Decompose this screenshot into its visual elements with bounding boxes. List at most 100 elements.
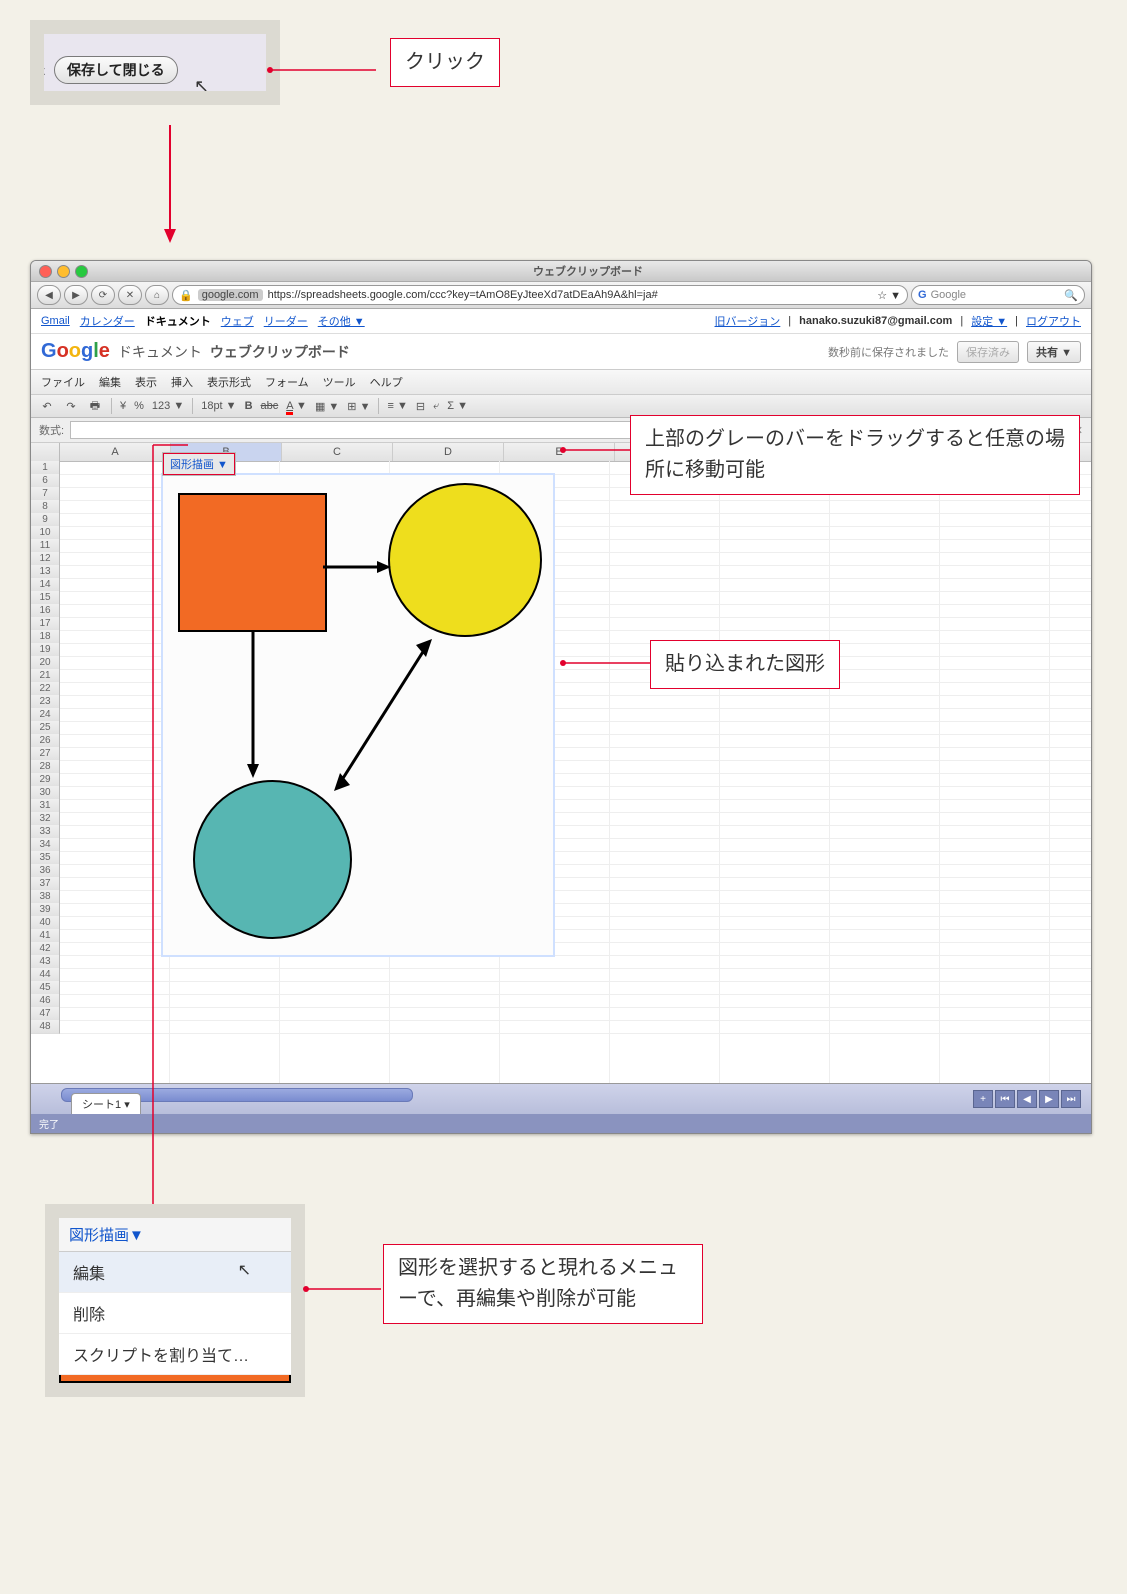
- stop-button[interactable]: ✕: [118, 285, 142, 305]
- menu-help[interactable]: ヘルプ: [370, 374, 403, 390]
- row-header[interactable]: 21: [31, 669, 60, 683]
- save-close-button[interactable]: 保存して閉じる: [54, 56, 178, 84]
- gbar-calendar[interactable]: カレンダー: [80, 313, 135, 329]
- row-header[interactable]: 23: [31, 695, 60, 709]
- col-C[interactable]: C: [282, 443, 393, 461]
- menu-file[interactable]: ファイル: [41, 374, 85, 390]
- row-header[interactable]: 11: [31, 539, 60, 553]
- row-header[interactable]: 12: [31, 552, 60, 566]
- align-icon[interactable]: ≡ ▼: [387, 400, 407, 412]
- popup-item-delete[interactable]: 削除: [59, 1293, 291, 1334]
- row-header[interactable]: 15: [31, 591, 60, 605]
- menu-insert[interactable]: 挿入: [171, 374, 193, 390]
- row-header[interactable]: 24: [31, 708, 60, 722]
- row-header[interactable]: 37: [31, 877, 60, 891]
- col-D[interactable]: D: [393, 443, 504, 461]
- row-header[interactable]: 43: [31, 955, 60, 969]
- gbar-docs[interactable]: ドキュメント: [145, 313, 211, 329]
- row-header[interactable]: 46: [31, 994, 60, 1008]
- row-header[interactable]: 27: [31, 747, 60, 761]
- menu-tools[interactable]: ツール: [323, 374, 356, 390]
- row-header[interactable]: 25: [31, 721, 60, 735]
- row-header[interactable]: 18: [31, 630, 60, 644]
- add-sheet-button[interactable]: +: [973, 1090, 993, 1108]
- row-header[interactable]: 48: [31, 1020, 60, 1034]
- minimize-window-icon[interactable]: [57, 265, 70, 278]
- share-button[interactable]: 共有 ▼: [1027, 341, 1081, 363]
- row-header[interactable]: 42: [31, 942, 60, 956]
- col-E[interactable]: E: [504, 443, 615, 461]
- row-header[interactable]: 31: [31, 799, 60, 813]
- save-button[interactable]: 保存済み: [957, 341, 1019, 363]
- row-header[interactable]: 36: [31, 864, 60, 878]
- redo-icon[interactable]: ↷: [63, 398, 79, 414]
- row-header[interactable]: 38: [31, 890, 60, 904]
- row-header[interactable]: 13: [31, 565, 60, 579]
- star-icon[interactable]: ☆ ▼: [877, 289, 901, 302]
- strike-button[interactable]: abc: [261, 400, 279, 412]
- row-header[interactable]: 14: [31, 578, 60, 592]
- close-window-icon[interactable]: [39, 265, 52, 278]
- merge-icon[interactable]: ⊟: [416, 400, 425, 413]
- home-button[interactable]: ⌂: [145, 285, 169, 305]
- popup-title[interactable]: 図形描画▼: [59, 1218, 291, 1252]
- row-header[interactable]: 8: [31, 500, 60, 514]
- wrap-icon[interactable]: ⤶: [433, 400, 439, 413]
- old-version-link[interactable]: 旧バージョン: [715, 313, 781, 329]
- forward-button[interactable]: ▶: [64, 285, 88, 305]
- row-header[interactable]: 1: [31, 461, 60, 475]
- tab-dropdown-icon[interactable]: ▾: [124, 1099, 130, 1111]
- row-header[interactable]: 10: [31, 526, 60, 540]
- row-header[interactable]: 40: [31, 916, 60, 930]
- popup-item-assign-script[interactable]: スクリプトを割り当て…: [59, 1334, 291, 1375]
- row-header[interactable]: 7: [31, 487, 60, 501]
- row-header[interactable]: 6: [31, 474, 60, 488]
- drawing-menu-button[interactable]: 図形描画 ▼: [163, 453, 235, 475]
- text-color-icon[interactable]: A ▼: [286, 400, 307, 412]
- gbar-reader[interactable]: リーダー: [264, 313, 308, 329]
- row-header[interactable]: 29: [31, 773, 60, 787]
- functions-button[interactable]: Σ ▼: [447, 400, 468, 412]
- row-header[interactable]: 26: [31, 734, 60, 748]
- percent-format[interactable]: %: [134, 400, 144, 412]
- next-sheet-button[interactable]: ▶: [1039, 1090, 1059, 1108]
- undo-icon[interactable]: ↶: [39, 398, 55, 414]
- col-A[interactable]: A: [60, 443, 171, 461]
- row-header[interactable]: 17: [31, 617, 60, 631]
- embedded-drawing[interactable]: 図形描画 ▼: [161, 473, 555, 957]
- row-header[interactable]: 28: [31, 760, 60, 774]
- row-header[interactable]: 20: [31, 656, 60, 670]
- row-header[interactable]: 44: [31, 968, 60, 982]
- last-sheet-button[interactable]: ⏭: [1061, 1090, 1081, 1108]
- row-header[interactable]: 41: [31, 929, 60, 943]
- document-title[interactable]: ウェブクリップボード: [210, 342, 350, 362]
- row-header[interactable]: 35: [31, 851, 60, 865]
- popup-item-edit[interactable]: 編集 ↖: [59, 1252, 291, 1293]
- number-format[interactable]: 123 ▼: [152, 400, 184, 412]
- menu-format[interactable]: 表示形式: [207, 374, 251, 390]
- borders-icon[interactable]: ⊞ ▼: [347, 400, 370, 413]
- currency-format[interactable]: ¥: [120, 400, 126, 412]
- url-bar[interactable]: 🔒 google.com https://spreadsheets.google…: [172, 285, 908, 305]
- row-header[interactable]: 30: [31, 786, 60, 800]
- sheet-tab[interactable]: シート1 ▾: [71, 1093, 141, 1114]
- row-header[interactable]: 33: [31, 825, 60, 839]
- fontsize[interactable]: 18pt ▼: [201, 400, 236, 412]
- gbar-gmail[interactable]: Gmail: [41, 315, 70, 327]
- row-header[interactable]: 47: [31, 1007, 60, 1021]
- gbar-more[interactable]: その他 ▼: [318, 313, 365, 329]
- row-header[interactable]: 16: [31, 604, 60, 618]
- gbar-web[interactable]: ウェブ: [221, 313, 254, 329]
- settings-link[interactable]: 設定 ▼: [971, 313, 1007, 329]
- prev-sheet-button[interactable]: ◀: [1017, 1090, 1037, 1108]
- row-header[interactable]: 19: [31, 643, 60, 657]
- row-header[interactable]: 34: [31, 838, 60, 852]
- select-all-corner[interactable]: [31, 443, 60, 461]
- back-button[interactable]: ◀: [37, 285, 61, 305]
- row-header[interactable]: 9: [31, 513, 60, 527]
- menu-view[interactable]: 表示: [135, 374, 157, 390]
- first-sheet-button[interactable]: ⏮: [995, 1090, 1015, 1108]
- logout-link[interactable]: ログアウト: [1026, 313, 1081, 329]
- fill-color-icon[interactable]: ▦ ▼: [315, 400, 339, 413]
- reload-button[interactable]: ⟳: [91, 285, 115, 305]
